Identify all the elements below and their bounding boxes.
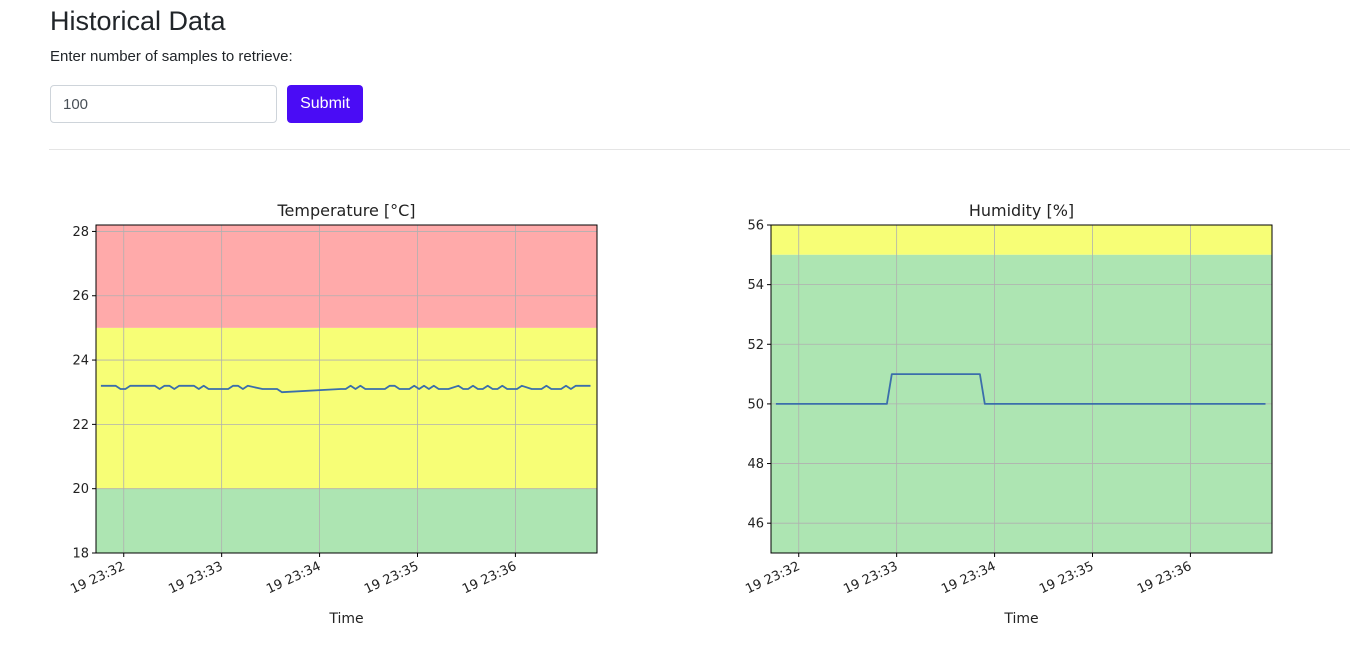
humidity-chart: 46485052545619 23:32 19 23:33 19 23:34 19 2… [743, 201, 1273, 627]
zone-band-0 [771, 225, 1272, 255]
y-tick-label-1: 20 [72, 482, 89, 497]
y-tick-label-1: 48 [747, 457, 764, 472]
x-tick-label-2: 19 23:34 [264, 559, 323, 597]
x-tick-label-4: 19 23:36 [460, 559, 519, 597]
chart-title: Humidity [%] [969, 201, 1074, 220]
y-tick-label-3: 24 [72, 354, 89, 369]
submit-button[interactable]: Submit [287, 85, 363, 123]
y-tick-label-2: 50 [747, 397, 764, 412]
x-tick-label-0: 19 23:32 [743, 559, 802, 597]
x-tick-label-0: 19 23:32 [68, 559, 127, 597]
temperature-chart: 18202224262819 23:32 19 23:33 19 23:34 19 2… [68, 201, 598, 627]
y-axis: 18 20 22 24 26 28 [72, 225, 96, 562]
divider [49, 149, 1350, 150]
x-tick-label-4: 19 23:36 [1135, 559, 1194, 597]
zone-bands [771, 225, 1272, 553]
page: Historical Data Enter number of samples … [0, 0, 1350, 669]
zone-band-1 [96, 327, 597, 489]
y-tick-label-4: 26 [72, 289, 89, 304]
x-tick-label-2: 19 23:34 [939, 559, 998, 597]
y-axis: 46 48 50 52 54 56 [747, 219, 771, 532]
y-tick-label-4: 54 [747, 278, 764, 293]
x-axis-label: Time [1003, 611, 1038, 627]
page-title: Historical Data [50, 6, 226, 36]
y-tick-label-0: 46 [747, 517, 764, 532]
y-tick-label-2: 22 [72, 418, 89, 433]
samples-input[interactable] [50, 85, 277, 123]
x-tick-label-3: 19 23:35 [362, 559, 421, 597]
x-tick-label-1: 19 23:33 [841, 559, 900, 597]
y-tick-label-0: 18 [72, 547, 89, 562]
zone-band-0 [96, 225, 597, 328]
x-axis-label: Time [328, 611, 363, 627]
zone-band-2 [96, 488, 597, 553]
x-tick-label-3: 19 23:35 [1037, 559, 1096, 597]
chart-title: Temperature [°C] [276, 201, 415, 220]
y-tick-label-5: 28 [72, 225, 89, 240]
x-axis: 19 23:32 19 23:33 19 23:34 19 23:35 19 23:36 [68, 553, 519, 597]
x-tick-label-1: 19 23:33 [166, 559, 225, 597]
y-tick-label-5: 56 [747, 219, 764, 234]
y-tick-label-3: 52 [747, 338, 764, 353]
x-axis: 19 23:32 19 23:33 19 23:34 19 23:35 19 23:36 [743, 553, 1194, 597]
samples-prompt-label: Enter number of samples to retrieve: [50, 48, 293, 65]
